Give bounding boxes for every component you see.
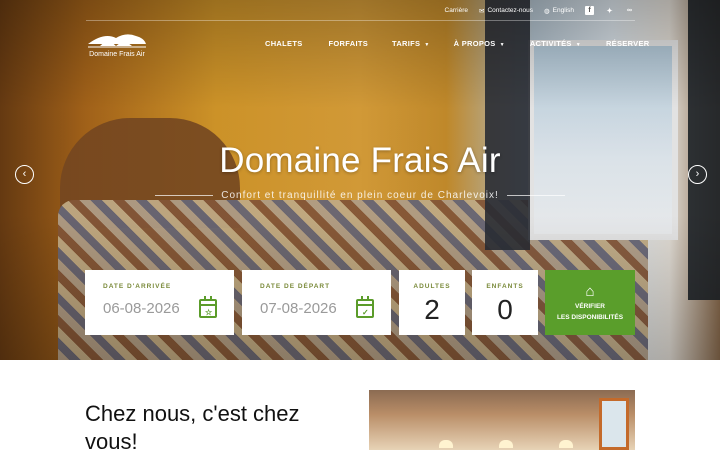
arrival-date-value: 06-08-2026 xyxy=(103,300,180,317)
logo-text: Domaine Frais Air xyxy=(89,51,145,58)
divider xyxy=(155,195,214,196)
twitter-icon[interactable]: ✦ xyxy=(605,6,614,15)
children-selector[interactable]: ENFANTS 0 xyxy=(472,270,538,335)
check-availability-button[interactable]: ⌂ VÉRIFIER LES DISPONIBILITÉS xyxy=(545,270,635,335)
house-search-icon: ⌂ xyxy=(585,283,595,300)
globe-icon: ◍ xyxy=(544,7,550,15)
divider xyxy=(506,195,566,196)
language-link[interactable]: ◍ English xyxy=(544,7,574,15)
chevron-down-icon: ▼ xyxy=(424,42,430,48)
calendar-star-icon: ☆ xyxy=(199,296,217,318)
room-photo xyxy=(369,390,635,450)
chevron-down-icon: ▼ xyxy=(499,42,505,48)
adults-label: ADULTES xyxy=(413,283,451,290)
arrival-date-field[interactable]: DATE D'ARRIVÉE 06-08-2026 ☆ xyxy=(85,270,234,335)
nav-item-tarifs[interactable]: TARIFS ▼ xyxy=(392,39,430,48)
children-label: ENFANTS xyxy=(486,283,524,290)
intro-heading: Chez nous, c'est chez vous! xyxy=(85,401,300,454)
tripadvisor-icon[interactable]: ∞ xyxy=(625,6,634,15)
cta-line2: LES DISPONIBILITÉS xyxy=(556,314,624,321)
adults-selector[interactable]: ADULTES 2 xyxy=(399,270,465,335)
arrival-date-label: DATE D'ARRIVÉE xyxy=(103,283,172,290)
envelope-icon: ✉ xyxy=(479,7,485,15)
calendar-check-icon: ✓ xyxy=(356,296,374,318)
nav-item-chalets[interactable]: CHALETS xyxy=(265,39,303,48)
facebook-icon[interactable]: f xyxy=(585,6,594,15)
departure-date-label: DATE DE DÉPART xyxy=(260,283,331,290)
hero-subtitle-row: Confort et tranquillité en plein coeur d… xyxy=(155,190,566,201)
site-logo[interactable]: Domaine Frais Air xyxy=(85,30,149,62)
cta-line1: VÉRIFIER xyxy=(575,303,605,310)
utility-bar: Carrière ✉ Contactez-nous ◍ English f ✦ ∞ xyxy=(445,6,634,15)
adults-value: 2 xyxy=(424,294,440,325)
divider xyxy=(86,20,635,21)
nav-item-activites[interactable]: ACTIVITÉS ▼ xyxy=(530,39,581,48)
departure-date-field[interactable]: DATE DE DÉPART 07-08-2026 ✓ xyxy=(242,270,391,335)
contact-link[interactable]: ✉ Contactez-nous xyxy=(479,7,533,15)
nav-item-forfaits[interactable]: FORFAITS xyxy=(329,39,368,48)
logo-mark-icon xyxy=(88,34,146,48)
nav-item-a-propos[interactable]: À PROPOS ▼ xyxy=(454,39,505,48)
nav-item-reserver[interactable]: RÉSERVER xyxy=(606,39,650,48)
hero-subtitle: Confort et tranquillité en plein coeur d… xyxy=(221,190,499,201)
careers-link[interactable]: Carrière xyxy=(445,7,468,14)
chevron-down-icon: ▼ xyxy=(575,42,581,48)
children-value: 0 xyxy=(497,294,513,325)
departure-date-value: 07-08-2026 xyxy=(260,300,337,317)
hero-title: Domaine Frais Air xyxy=(219,141,501,180)
main-nav: CHALETS FORFAITS TARIFS ▼ À PROPOS ▼ ACTIV… xyxy=(265,39,650,48)
